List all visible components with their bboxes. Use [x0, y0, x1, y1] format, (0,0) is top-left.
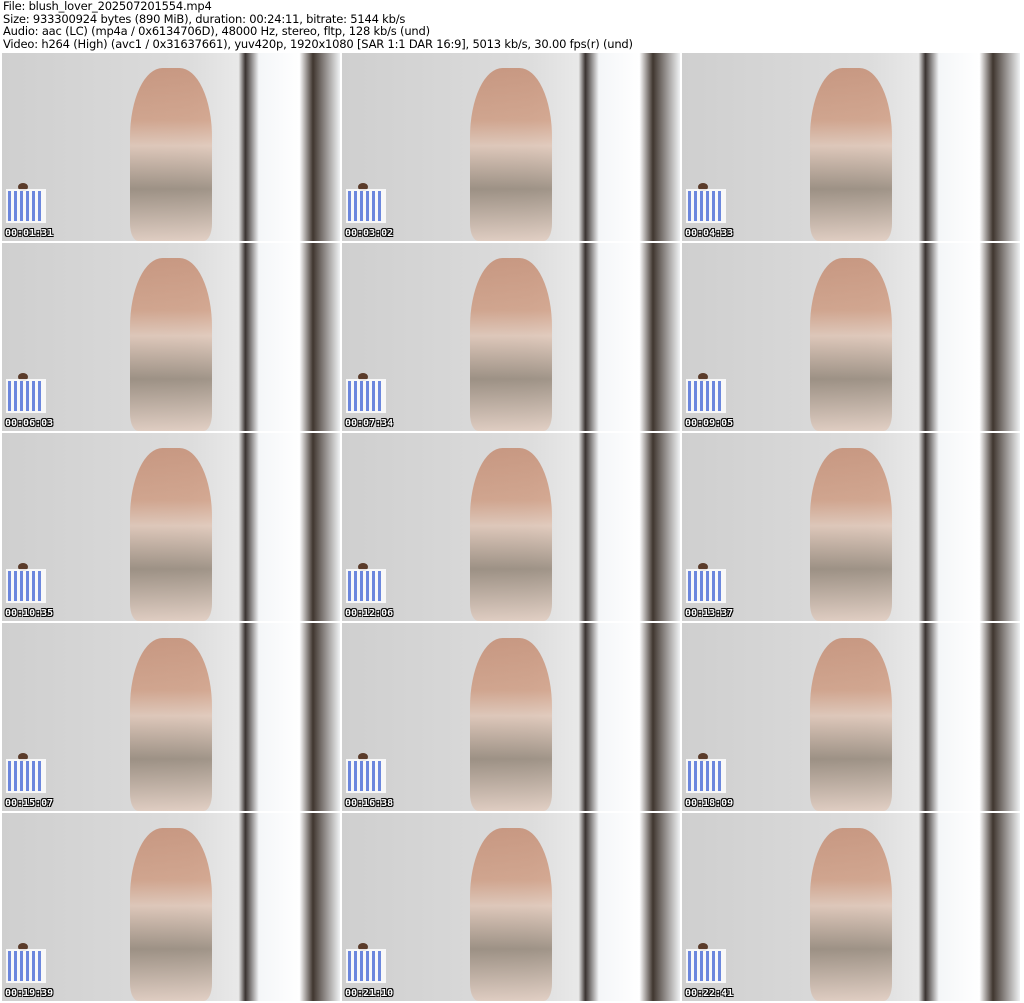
- video-thumbnail: 00:10:35: [2, 433, 340, 621]
- qr-code-watermark-icon: [346, 569, 386, 603]
- thumbnail-timestamp: 00:06:03: [5, 418, 54, 429]
- qr-code-watermark-icon: [6, 759, 46, 793]
- qr-code-watermark-icon: [686, 379, 726, 413]
- video-thumbnail: 00:07:34: [342, 243, 680, 431]
- thumbnail-frame-image: [130, 828, 212, 1001]
- thumbnail-timestamp: 00:16:38: [345, 798, 394, 809]
- thumbnail-grid: 00:01:31 00:03:02 00:04:33 00:06:03 00:07:34…: [2, 53, 1020, 1001]
- video-thumbnail: 00:19:39: [2, 813, 340, 1001]
- qr-code-watermark-icon: [6, 949, 46, 983]
- thumbnail-frame-image: [130, 258, 212, 431]
- thumbnail-timestamp: 00:07:34: [345, 418, 394, 429]
- thumbnail-timestamp: 00:15:07: [5, 798, 54, 809]
- qr-code-watermark-icon: [6, 569, 46, 603]
- file-name: File: blush_lover_202507201554.mp4: [3, 0, 212, 13]
- video-thumbnail: 00:03:02: [342, 53, 680, 241]
- thumbnail-frame-image: [130, 68, 212, 241]
- qr-code-watermark-icon: [6, 379, 46, 413]
- qr-code-watermark-icon: [346, 379, 386, 413]
- qr-code-watermark-icon: [346, 189, 386, 223]
- video-thumbnail: 00:12:06: [342, 433, 680, 621]
- thumbnail-frame-image: [470, 68, 552, 241]
- thumbnail-frame-image: [810, 448, 892, 621]
- thumbnail-timestamp: 00:18:09: [685, 798, 734, 809]
- thumbnail-timestamp: 00:13:37: [685, 608, 734, 619]
- qr-code-watermark-icon: [686, 189, 726, 223]
- thumbnail-frame-image: [810, 828, 892, 1001]
- thumbnail-frame-image: [130, 448, 212, 621]
- thumbnail-frame-image: [470, 828, 552, 1001]
- video-thumbnail: 00:01:31: [2, 53, 340, 241]
- thumbnail-frame-image: [470, 638, 552, 811]
- thumbnail-timestamp: 00:10:35: [5, 608, 54, 619]
- thumbnail-frame-image: [130, 638, 212, 811]
- thumbnail-timestamp: 00:19:39: [5, 988, 54, 999]
- video-thumbnail: 00:06:03: [2, 243, 340, 431]
- thumbnail-timestamp: 00:22:41: [685, 988, 734, 999]
- video-thumbnail: 00:04:33: [682, 53, 1020, 241]
- thumbnail-timestamp: 00:04:33: [685, 228, 734, 239]
- qr-code-watermark-icon: [686, 759, 726, 793]
- thumbnail-timestamp: 00:21:10: [345, 988, 394, 999]
- video-thumbnail: 00:16:38: [342, 623, 680, 811]
- thumbnail-timestamp: 00:01:31: [5, 228, 54, 239]
- video-thumbnail: 00:18:09: [682, 623, 1020, 811]
- thumbnail-frame-image: [470, 258, 552, 431]
- video-thumbnail: 00:15:07: [2, 623, 340, 811]
- qr-code-watermark-icon: [686, 569, 726, 603]
- video-thumbnail: 00:13:37: [682, 433, 1020, 621]
- audio-info: Audio: aac (LC) (mp4a / 0x6134706D), 480…: [3, 24, 430, 39]
- video-thumbnail: 00:21:10: [342, 813, 680, 1001]
- thumbnail-frame-image: [810, 258, 892, 431]
- thumbnail-frame-image: [470, 448, 552, 621]
- thumbnail-timestamp: 00:03:02: [345, 228, 394, 239]
- thumbnail-timestamp: 00:09:05: [685, 418, 734, 429]
- thumbnail-frame-image: [810, 68, 892, 241]
- video-thumbnail: 00:22:41: [682, 813, 1020, 1001]
- video-info: Video: h264 (High) (avc1 / 0x31637661), …: [3, 36, 633, 51]
- qr-code-watermark-icon: [686, 949, 726, 983]
- thumbnail-timestamp: 00:12:06: [345, 608, 394, 619]
- video-thumbnail: 00:09:05: [682, 243, 1020, 431]
- file-info-header: File: blush_lover_202507201554.mp4 Size:…: [3, 0, 633, 50]
- qr-code-watermark-icon: [6, 189, 46, 223]
- qr-code-watermark-icon: [346, 949, 386, 983]
- thumbnail-frame-image: [810, 638, 892, 811]
- qr-code-watermark-icon: [346, 759, 386, 793]
